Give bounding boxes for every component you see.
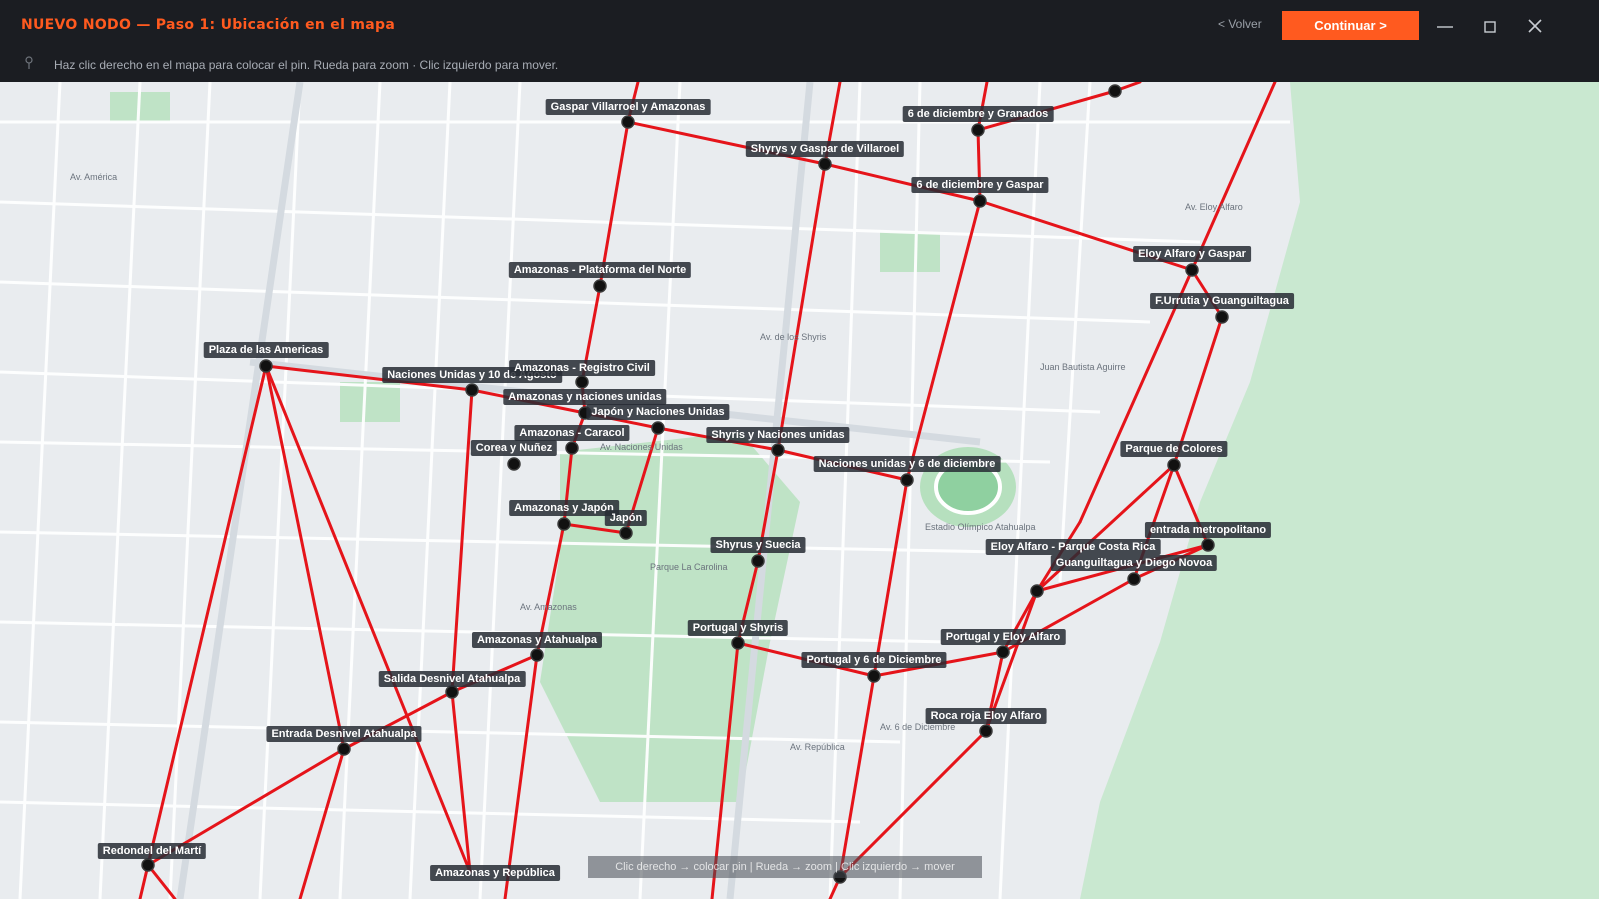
title-bar: NUEVO NODO — Paso 1: Ubicación en el map… [0, 0, 1599, 52]
node-marker [751, 554, 765, 568]
node-label-salida-atahualpa[interactable]: Salida Desnivel Atahualpa [378, 671, 526, 687]
node-marker [651, 421, 665, 435]
node-marker [1127, 572, 1141, 586]
node-label-entrada-atahualpa[interactable]: Entrada Desnivel Atahualpa [266, 726, 422, 742]
node-label-amazonas-caracol[interactable]: Amazonas - Caracol [514, 425, 630, 441]
node-marker [1185, 263, 1199, 277]
node-marker [445, 685, 459, 699]
node-label-amazonas-republica[interactable]: Amazonas y República [430, 865, 560, 881]
node-marker [621, 115, 635, 129]
node-label-parque-colores[interactable]: Parque de Colores [1120, 441, 1228, 457]
node-label-amazonas-plataforma[interactable]: Amazonas - Plataforma del Norte [508, 262, 692, 278]
node-marker [530, 648, 544, 662]
hint-bar: Haz clic derecho en el mapa para colocar… [0, 52, 1599, 82]
node-marker [619, 526, 633, 540]
node-marker [557, 517, 571, 531]
node-marker [1201, 538, 1215, 552]
node-marker [867, 669, 881, 683]
place-label: Parque La Carolina [650, 562, 728, 572]
node-marker [979, 724, 993, 738]
node-marker [996, 645, 1010, 659]
close-icon[interactable] [1523, 14, 1547, 38]
place-label: Av. Eloy Alfaro [1185, 202, 1243, 212]
node-marker [1030, 584, 1044, 598]
place-label: Estadio Olímpico Atahualpa [925, 522, 1036, 532]
node-label-amazonas-atahualpa[interactable]: Amazonas y Atahualpa [471, 632, 603, 648]
node-marker [565, 441, 579, 455]
node-marker [1108, 84, 1122, 98]
pin-icon [24, 56, 34, 70]
node-marker [593, 279, 607, 293]
node-marker [1215, 310, 1229, 324]
hint-text: Haz clic derecho en el mapa para colocar… [54, 58, 559, 72]
node-label-shyris-nnuu[interactable]: Shyris y Naciones unidas [706, 427, 850, 443]
node-marker [259, 359, 273, 373]
node-label-redondel-marti[interactable]: Redondel del Martí [97, 843, 207, 859]
place-label: Av. América [70, 172, 118, 182]
node-label-roca-eloy[interactable]: Roca roja Eloy Alfaro [925, 708, 1047, 724]
place-label: Av. República [790, 742, 845, 752]
map-svg[interactable] [0, 82, 1599, 899]
node-label-portugal-shyris[interactable]: Portugal y Shyris [687, 620, 789, 636]
node-marker [337, 742, 351, 756]
node-label-shyris-gaspar[interactable]: Shyrys y Gaspar de Villaroel [745, 141, 905, 157]
node-marker [575, 375, 589, 389]
window-title: NUEVO NODO — Paso 1: Ubicación en el map… [21, 17, 396, 33]
node-marker [141, 858, 155, 872]
node-label-entrada-metropolitano[interactable]: entrada metropolitano [1144, 522, 1272, 538]
node-label-portugal-6dic[interactable]: Portugal y 6 de Diciembre [801, 652, 947, 668]
map-bottom-hint: Clic derecho → colocar pin | Rueda → zoo… [588, 856, 982, 878]
node-label-plaza-americas[interactable]: Plaza de las Americas [203, 342, 329, 358]
node-marker [900, 473, 914, 487]
map-canvas[interactable]: Av. América Av. Amazonas Av. 6 de Diciem… [0, 82, 1599, 899]
node-marker [973, 194, 987, 208]
node-label-corea-nunez[interactable]: Corea y Nuñez [470, 440, 558, 456]
node-label-eloy-gaspar[interactable]: Eloy Alfaro y Gaspar [1133, 246, 1251, 262]
maximize-icon[interactable] [1478, 14, 1502, 38]
minimize-icon[interactable] [1433, 14, 1457, 38]
node-label-shyrus-suecia[interactable]: Shyrus y Suecia [710, 537, 806, 553]
place-label: Juan Bautista Aguirre [1040, 362, 1126, 372]
node-marker [971, 123, 985, 137]
node-label-gaspar-villarroel-amazonas[interactable]: Gaspar Villarroel y Amazonas [545, 99, 711, 115]
node-label-amazonas-nnuu[interactable]: Amazonas y naciones unidas [503, 389, 667, 405]
node-label-guanguiltagua-diego[interactable]: Guanguiltagua y Diego Novoa [1050, 555, 1218, 571]
place-label: Av. de los Shyris [760, 332, 827, 342]
node-label-nnuu-6dic[interactable]: Naciones unidas y 6 de diciembre [813, 456, 1001, 472]
node-marker [818, 157, 832, 171]
node-label-urrutia-guanguiltagua[interactable]: F.Urrutia y Guanguiltagua [1150, 293, 1294, 309]
node-label-6dic-gaspar[interactable]: 6 de diciembre y Gaspar [911, 177, 1049, 193]
node-label-amazonas-japon[interactable]: Amazonas y Japón [509, 500, 619, 516]
node-label-6dic-granados[interactable]: 6 de diciembre y Granados [902, 106, 1054, 122]
continue-button[interactable]: Continuar > [1282, 11, 1419, 40]
node-label-portugal-eloy[interactable]: Portugal y Eloy Alfaro [940, 629, 1066, 645]
node-label-japon-nnuu[interactable]: Japón y Naciones Unidas [586, 404, 730, 420]
place-label: Av. Naciones Unidas [600, 442, 683, 452]
node-marker [1167, 458, 1181, 472]
node-marker [771, 443, 785, 457]
node-marker [507, 457, 521, 471]
back-button[interactable]: < Volver [1218, 17, 1262, 31]
node-marker [731, 636, 745, 650]
node-label-eloy-costa-rica[interactable]: Eloy Alfaro - Parque Costa Rica [985, 539, 1161, 555]
node-label-amazonas-registro[interactable]: Amazonas - Registro Civil [509, 360, 655, 376]
node-marker [465, 383, 479, 397]
node-label-japon[interactable]: Japón [604, 510, 648, 526]
place-label: Av. Amazonas [520, 602, 577, 612]
